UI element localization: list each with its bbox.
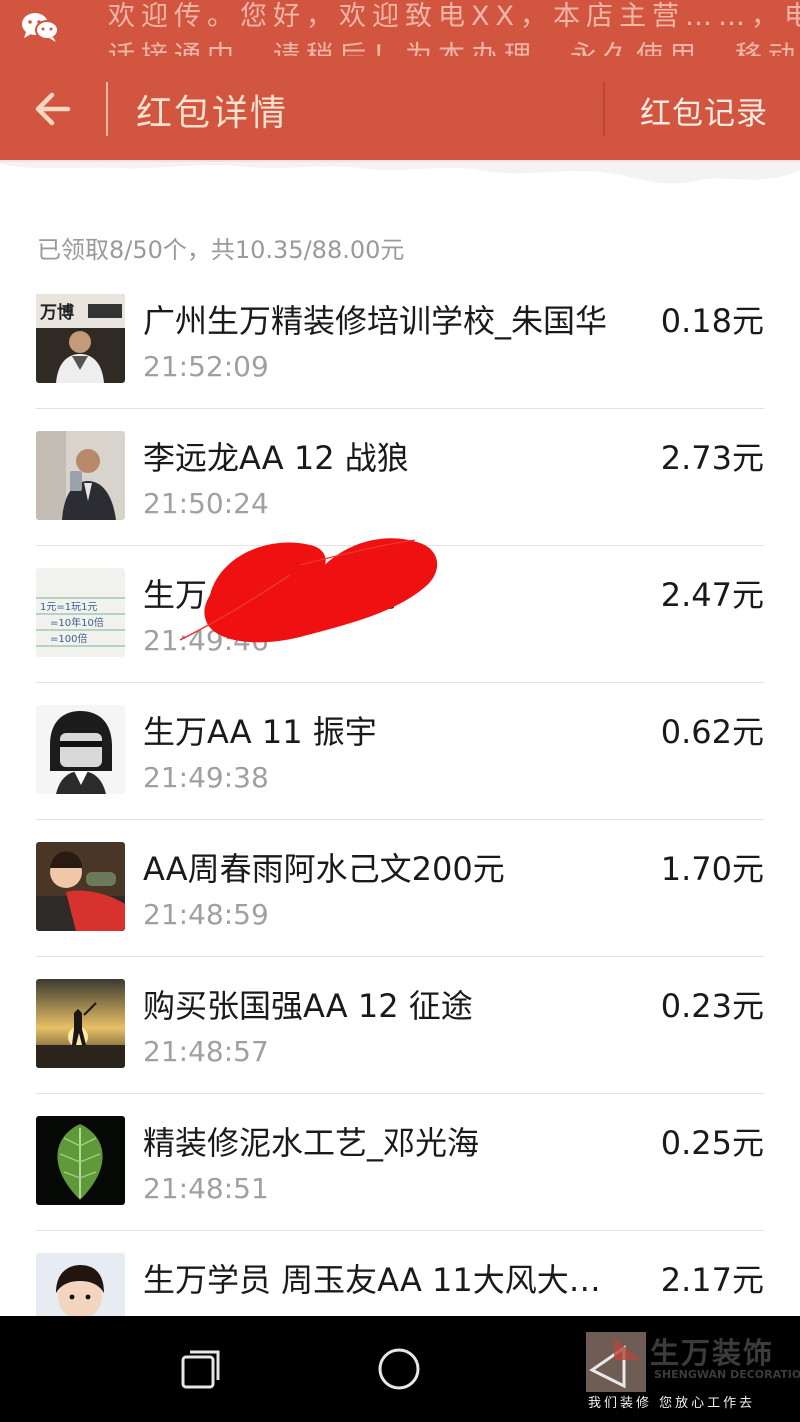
amount: 1.70元 (660, 850, 764, 888)
recipient-name: AA周春雨阿水己文200元 (143, 850, 505, 888)
recipient-name: 精装修泥水工艺_邓光海 (143, 1124, 480, 1162)
avatar-note-text: =100倍 (50, 632, 87, 645)
home-button[interactable] (376, 1346, 422, 1392)
red-packet-records-button[interactable]: 红包记录 (640, 88, 768, 133)
watermark-english: SHENGWAN DECORATION (654, 1368, 800, 1381)
avatar (36, 705, 125, 794)
receive-time: 21:48:57 (143, 1035, 269, 1068)
recipient-name: 生万学员 周玉友AA 11大风大… (143, 1261, 601, 1299)
avatar-note-text: 1元=1玩1元 (40, 602, 97, 613)
avatar-banner-text: 万博 (39, 302, 74, 323)
app-header: 红包详情 红包记录 (0, 56, 800, 162)
avatar-note-text: =10年10倍 (50, 616, 104, 629)
amount: 0.25元 (660, 1124, 764, 1162)
list-item[interactable]: 生万AA 11 振宇 21:49:38 0.62元 (0, 683, 800, 820)
list-item[interactable]: 1元=1玩1元 =10年10倍 =100倍 生万AA 11 一被子 21:49:… (0, 546, 800, 683)
amount: 2.47元 (660, 576, 764, 614)
arrow-left-icon (35, 92, 71, 126)
recipient-name: 购买张国强AA 12 征途 (143, 987, 473, 1025)
brand-watermark: 生万装饰 SHENGWAN DECORATION 我们装修 您放心工作去 (584, 1330, 800, 1411)
receive-time: 21:48:59 (143, 898, 269, 931)
recipient-name: 生万AA 11 振宇 (143, 713, 377, 751)
status-bar: 欢迎传。您好，欢迎致电XX，本店主营……，电 话接通中，请稍后！为本办理，永久使… (0, 0, 800, 56)
back-button[interactable] (22, 80, 84, 138)
notification-ticker-line-1: 欢迎传。您好，欢迎致电XX，本店主营……，电 (108, 1, 800, 32)
header-divider (603, 82, 605, 136)
page-title: 红包详情 (136, 93, 289, 134)
avatar (36, 1116, 125, 1205)
avatar: 万博 (36, 294, 125, 383)
recipient-name: 广州生万精装修培训学校_朱国华 (143, 302, 608, 340)
recipient-name: 李远龙AA 12 战狼 (143, 439, 409, 477)
receive-time: 21:49:38 (143, 761, 269, 794)
recipient-list: 万博 广州生万精装修培训学校_朱国华 21:52:09 0.18元 李远龙AA … (0, 272, 800, 1368)
list-item[interactable]: 万博 广州生万精装修培训学校_朱国华 21:52:09 0.18元 (0, 272, 800, 409)
watermark-title: 生万装饰 (650, 1336, 775, 1370)
wechat-icon (22, 13, 59, 42)
receive-time: 21:49:46 (143, 624, 269, 657)
home-circle-icon (378, 1348, 420, 1390)
notification-ticker-line-2: 话接通中，请稍后！为本办理，永久使用，移动 (108, 34, 800, 56)
recipient-name: 生万AA 11 一被子 (143, 576, 409, 614)
list-item[interactable]: 精装修泥水工艺_邓光海 21:48:51 0.25元 (0, 1094, 800, 1231)
amount: 2.17元 (660, 1261, 764, 1299)
receive-time: 21:48:51 (143, 1172, 269, 1205)
avatar (36, 431, 125, 520)
receive-time: 21:50:24 (143, 487, 269, 520)
list-item[interactable]: AA周春雨阿水己文200元 21:48:59 1.70元 (0, 820, 800, 957)
avatar: 1元=1玩1元 =10年10倍 =100倍 (36, 568, 125, 657)
recent-apps-icon (181, 1350, 220, 1389)
amount: 0.62元 (660, 713, 764, 751)
list-item[interactable]: 李远龙AA 12 战狼 21:50:24 2.73元 (0, 409, 800, 546)
header-torn-edge (0, 160, 800, 184)
receive-time: 21:52:09 (143, 350, 269, 383)
recent-apps-button[interactable] (180, 1348, 222, 1390)
avatar (36, 979, 125, 1068)
amount: 2.73元 (660, 439, 764, 477)
watermark-slogan: 我们装修 您放心工作去 (588, 1396, 756, 1411)
amount: 0.23元 (660, 987, 764, 1025)
shengwan-logo-icon (586, 1332, 646, 1392)
header-divider (106, 82, 108, 136)
avatar (36, 842, 125, 931)
list-item[interactable]: 购买张国强AA 12 征途 21:48:57 0.23元 (0, 957, 800, 1094)
claim-summary: 已领取8/50个，共10.35/88.00元 (37, 236, 405, 264)
amount: 0.18元 (660, 302, 764, 340)
